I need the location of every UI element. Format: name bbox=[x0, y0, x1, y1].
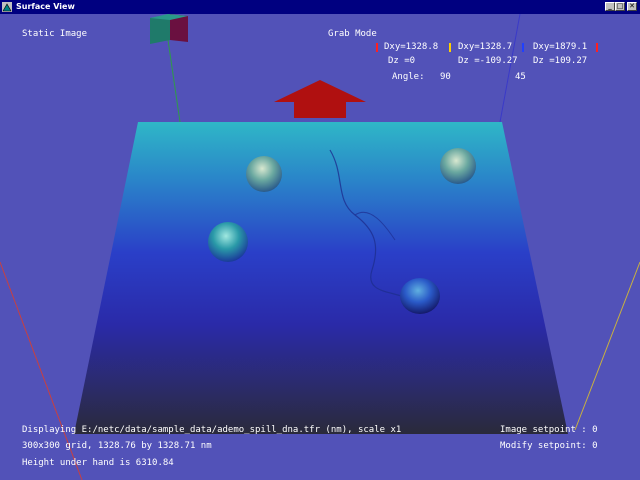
surface-bump bbox=[440, 148, 476, 184]
maximize-button[interactable]: □ bbox=[615, 2, 625, 11]
angle-value: 90 bbox=[440, 72, 451, 82]
image-setpoint: Image setpoint : 0 bbox=[500, 425, 598, 435]
display-file-line: Displaying E:/netc/data/sample_data/adem… bbox=[22, 425, 402, 435]
dz-2: Dz =-109.27 bbox=[458, 56, 518, 66]
marker-red-2 bbox=[596, 43, 598, 52]
orientation-cube-icon[interactable] bbox=[150, 14, 188, 44]
dxy-3: Dxy=1879.1 bbox=[533, 42, 588, 52]
static-image-label: Static Image bbox=[22, 29, 88, 39]
surface-bump bbox=[208, 222, 248, 262]
grid-info-line: 300x300 grid, 1328.76 by 1328.71 nm bbox=[22, 441, 212, 451]
dxy-1: Dxy=1328.8 bbox=[384, 42, 439, 52]
marker-yellow bbox=[449, 43, 451, 52]
modify-setpoint: Modify setpoint: 0 bbox=[500, 441, 598, 451]
surface-view-window: Surface View _ □ ✕ Static Image Grab Mod… bbox=[0, 0, 640, 480]
dxy-2: Dxy=1328.7 bbox=[458, 42, 513, 52]
yellow-axis-line bbox=[574, 261, 640, 431]
dz-1: Dz =0 bbox=[388, 56, 416, 66]
angle-label: Angle: bbox=[392, 72, 425, 82]
title-bar[interactable]: Surface View _ □ ✕ bbox=[0, 0, 640, 14]
minimize-button[interactable]: _ bbox=[605, 2, 615, 11]
height-under-hand-line: Height under hand is 6310.84 bbox=[22, 458, 174, 468]
grab-mode-label: Grab Mode bbox=[328, 29, 377, 39]
green-axis-line bbox=[167, 39, 181, 123]
close-button[interactable]: ✕ bbox=[627, 2, 637, 11]
3d-viewport[interactable] bbox=[0, 14, 640, 480]
surface-bump bbox=[400, 278, 440, 314]
marker-blue bbox=[522, 43, 524, 52]
surface-bump bbox=[246, 156, 282, 192]
app-icon bbox=[2, 2, 12, 12]
angle-value-2: 45 bbox=[515, 72, 526, 82]
blue-axis-line bbox=[499, 14, 521, 123]
surface-plane[interactable] bbox=[74, 122, 568, 434]
up-arrow-icon[interactable] bbox=[274, 80, 366, 118]
marker-red bbox=[376, 43, 378, 52]
dz-3: Dz =109.27 bbox=[533, 56, 588, 66]
window-title: Surface View bbox=[16, 2, 75, 11]
